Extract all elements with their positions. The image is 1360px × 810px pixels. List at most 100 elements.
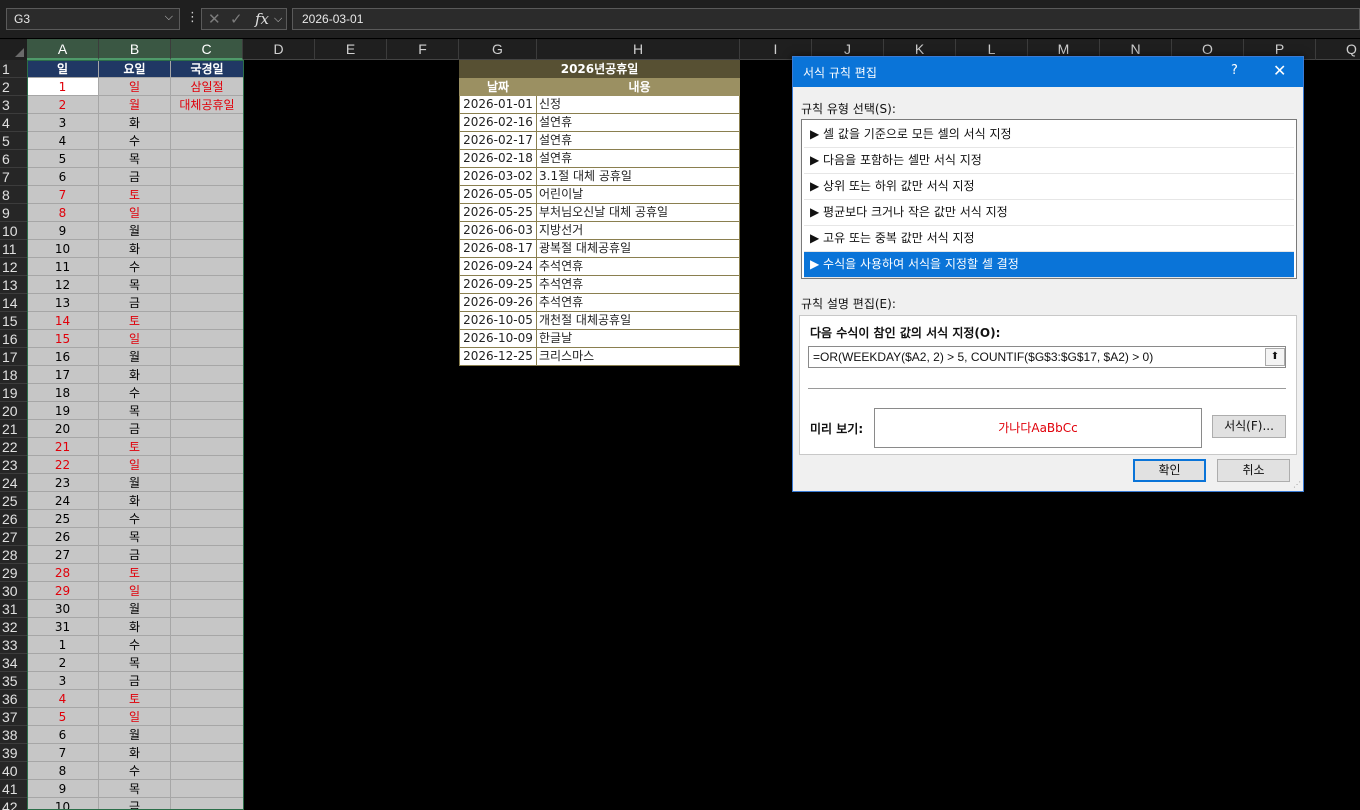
holiday-name-cell[interactable] <box>171 744 244 762</box>
holiday-desc-cell[interactable]: 한글날 <box>537 330 740 347</box>
collapse-dialog-icon[interactable]: ⬆ <box>1265 348 1285 366</box>
more-options-icon[interactable]: ⋮ <box>186 10 199 25</box>
holiday-name-cell[interactable] <box>171 312 244 330</box>
weekday-cell[interactable]: 토 <box>99 438 171 456</box>
holiday-name-cell[interactable] <box>171 510 244 528</box>
holiday-name-cell[interactable]: 대체공휴일 <box>171 96 244 114</box>
day-cell[interactable]: 1 <box>27 636 99 654</box>
weekday-cell[interactable]: 월 <box>99 474 171 492</box>
row-header-21[interactable]: 21 <box>0 420 27 438</box>
holiday-date-cell[interactable]: 2026-12-25 <box>459 348 537 365</box>
day-cell[interactable]: 13 <box>27 294 99 312</box>
weekday-cell[interactable]: 일 <box>99 456 171 474</box>
holiday-name-cell[interactable] <box>171 168 244 186</box>
holiday-name-cell[interactable] <box>171 204 244 222</box>
day-cell[interactable]: 8 <box>27 762 99 780</box>
holiday-date-cell[interactable]: 2026-01-01 <box>459 96 537 113</box>
rule-type-item[interactable]: ▶ 평균보다 크거나 작은 값만 서식 지정 <box>804 200 1294 226</box>
day-cell[interactable]: 1 <box>27 78 99 96</box>
holiday-name-cell[interactable] <box>171 654 244 672</box>
holiday-name-cell[interactable] <box>171 330 244 348</box>
cancel-icon[interactable]: ✕ <box>208 10 221 28</box>
row-header-25[interactable]: 25 <box>0 492 27 510</box>
holiday-name-cell[interactable] <box>171 492 244 510</box>
rule-type-item[interactable]: ▶ 수식을 사용하여 서식을 지정할 셀 결정 <box>804 252 1294 278</box>
weekday-cell[interactable]: 금 <box>99 546 171 564</box>
holiday-date-cell[interactable]: 2026-10-09 <box>459 330 537 347</box>
row-header-41[interactable]: 41 <box>0 780 27 798</box>
weekday-cell[interactable]: 월 <box>99 600 171 618</box>
help-icon[interactable]: ? <box>1231 63 1238 78</box>
day-cell[interactable]: 19 <box>27 402 99 420</box>
holiday-desc-cell[interactable]: 광복절 대체공휴일 <box>537 240 740 257</box>
holiday-name-cell[interactable] <box>171 276 244 294</box>
day-cell[interactable]: 14 <box>27 312 99 330</box>
day-cell[interactable]: 21 <box>27 438 99 456</box>
ok-button[interactable]: 확인 <box>1133 459 1206 482</box>
row-header-39[interactable]: 39 <box>0 744 27 762</box>
row-header-32[interactable]: 32 <box>0 618 27 636</box>
column-header-q[interactable]: Q <box>1316 39 1360 60</box>
row-header-30[interactable]: 30 <box>0 582 27 600</box>
row-header-5[interactable]: 5 <box>0 132 27 150</box>
row-header-40[interactable]: 40 <box>0 762 27 780</box>
weekday-cell[interactable]: 수 <box>99 762 171 780</box>
weekday-cell[interactable]: 목 <box>99 780 171 798</box>
column-header-b[interactable]: B <box>99 39 171 60</box>
day-cell[interactable]: 8 <box>27 204 99 222</box>
holiday-date-cell[interactable]: 2026-06-03 <box>459 222 537 239</box>
weekday-cell[interactable]: 금 <box>99 798 171 810</box>
row-header-28[interactable]: 28 <box>0 546 27 564</box>
holiday-desc-cell[interactable]: 설연휴 <box>537 114 740 131</box>
weekday-cell[interactable]: 토 <box>99 564 171 582</box>
weekday-cell[interactable]: 목 <box>99 402 171 420</box>
holiday-date-cell[interactable]: 2026-02-17 <box>459 132 537 149</box>
weekday-cell[interactable]: 월 <box>99 96 171 114</box>
day-cell[interactable]: 4 <box>27 690 99 708</box>
row-header-7[interactable]: 7 <box>0 168 27 186</box>
holiday-table-title[interactable]: 2026년공휴일 <box>459 60 740 78</box>
weekday-cell[interactable]: 목 <box>99 150 171 168</box>
day-cell[interactable]: 29 <box>27 582 99 600</box>
row-header-23[interactable]: 23 <box>0 456 27 474</box>
rule-type-item[interactable]: ▶ 셀 값을 기준으로 모든 셀의 서식 지정 <box>804 122 1294 148</box>
row-header-13[interactable]: 13 <box>0 276 27 294</box>
header-cell[interactable]: 요일 <box>99 60 171 78</box>
holiday-name-cell[interactable] <box>171 600 244 618</box>
weekday-cell[interactable]: 수 <box>99 510 171 528</box>
weekday-cell[interactable]: 금 <box>99 294 171 312</box>
weekday-cell[interactable]: 수 <box>99 258 171 276</box>
weekday-cell[interactable]: 수 <box>99 636 171 654</box>
holiday-name-cell[interactable] <box>171 438 244 456</box>
column-header-h[interactable]: H <box>537 39 740 60</box>
holiday-date-cell[interactable]: 2026-03-02 <box>459 168 537 185</box>
row-header-33[interactable]: 33 <box>0 636 27 654</box>
row-header-35[interactable]: 35 <box>0 672 27 690</box>
day-cell[interactable]: 5 <box>27 150 99 168</box>
holiday-desc-cell[interactable]: 추석연휴 <box>537 294 740 311</box>
day-cell[interactable]: 6 <box>27 168 99 186</box>
weekday-cell[interactable]: 월 <box>99 222 171 240</box>
row-header-16[interactable]: 16 <box>0 330 27 348</box>
row-header-31[interactable]: 31 <box>0 600 27 618</box>
holiday-date-cell[interactable]: 2026-08-17 <box>459 240 537 257</box>
holiday-date-cell[interactable]: 2026-05-25 <box>459 204 537 221</box>
weekday-cell[interactable]: 목 <box>99 654 171 672</box>
day-cell[interactable]: 6 <box>27 726 99 744</box>
holiday-name-cell[interactable] <box>171 780 244 798</box>
weekday-cell[interactable]: 수 <box>99 384 171 402</box>
day-cell[interactable]: 17 <box>27 366 99 384</box>
rule-type-item[interactable]: ▶ 상위 또는 하위 값만 서식 지정 <box>804 174 1294 200</box>
format-button[interactable]: 서식(F)... <box>1212 415 1286 438</box>
row-header-26[interactable]: 26 <box>0 510 27 528</box>
close-icon[interactable]: ✕ <box>1273 61 1286 80</box>
day-cell[interactable]: 27 <box>27 546 99 564</box>
holiday-name-cell[interactable] <box>171 150 244 168</box>
weekday-cell[interactable]: 월 <box>99 348 171 366</box>
weekday-cell[interactable]: 수 <box>99 132 171 150</box>
chevron-down-icon[interactable]: ⌵ <box>165 11 173 24</box>
row-header-3[interactable]: 3 <box>0 96 27 114</box>
column-header-f[interactable]: F <box>387 39 459 60</box>
holiday-name-cell[interactable] <box>171 384 244 402</box>
row-header-42[interactable]: 42 <box>0 798 27 810</box>
